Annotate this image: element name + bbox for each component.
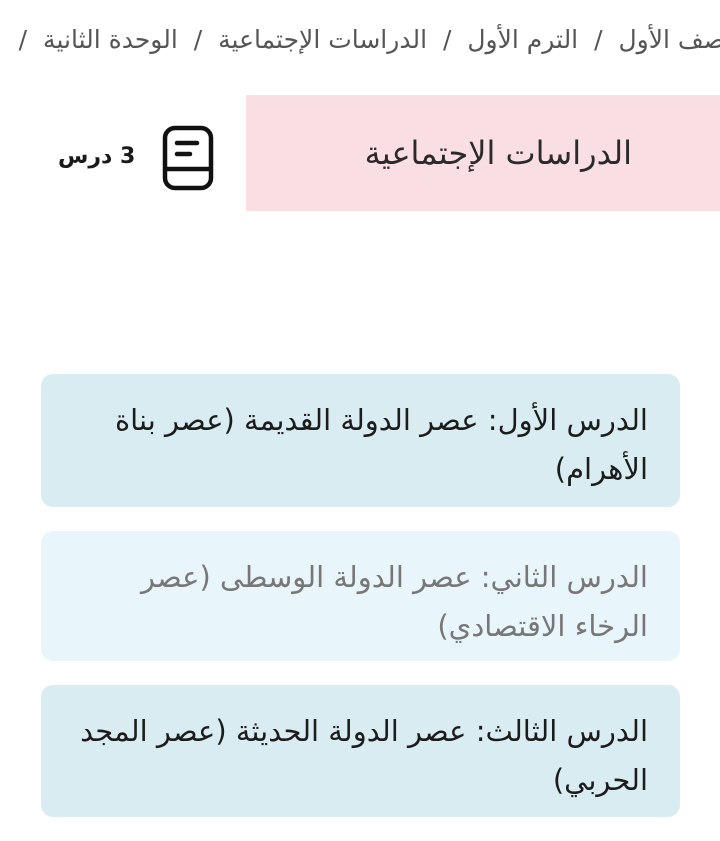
subject-header: الدراسات الإجتماعية 3 درس [0,95,720,213]
lesson-count: 3 درس [58,144,136,169]
breadcrumb-separator: / [442,25,452,54]
lesson-card-2[interactable]: الدرس الثاني: عصر الدولة الوسطى (عصر الر… [41,531,680,661]
breadcrumb-separator: / [193,25,203,54]
breadcrumb-item-unit[interactable]: الوحدة الثانية [43,25,178,54]
lesson-list: الدرس الأول: عصر الدولة القديمة (عصر بنا… [41,374,680,841]
breadcrumb: الصف الأول / الترم الأول / الدراسات الإج… [0,18,720,62]
breadcrumb-item-term[interactable]: الترم الأول [467,25,578,54]
breadcrumb-item-subject[interactable]: الدراسات الإجتماعية [218,25,427,54]
lesson-card-1[interactable]: الدرس الأول: عصر الدولة القديمة (عصر بنا… [41,374,680,507]
breadcrumb-separator: / [18,25,28,54]
lesson-card-3[interactable]: الدرس الثالث: عصر الدولة الحديثة (عصر ال… [41,685,680,817]
breadcrumb-separator: / [594,25,603,54]
subject-banner: الدراسات الإجتماعية [246,95,720,211]
book-icon [162,125,214,191]
subject-title: الدراسات الإجتماعية [364,134,632,172]
breadcrumb-item-grade[interactable]: الصف الأول [618,25,720,54]
